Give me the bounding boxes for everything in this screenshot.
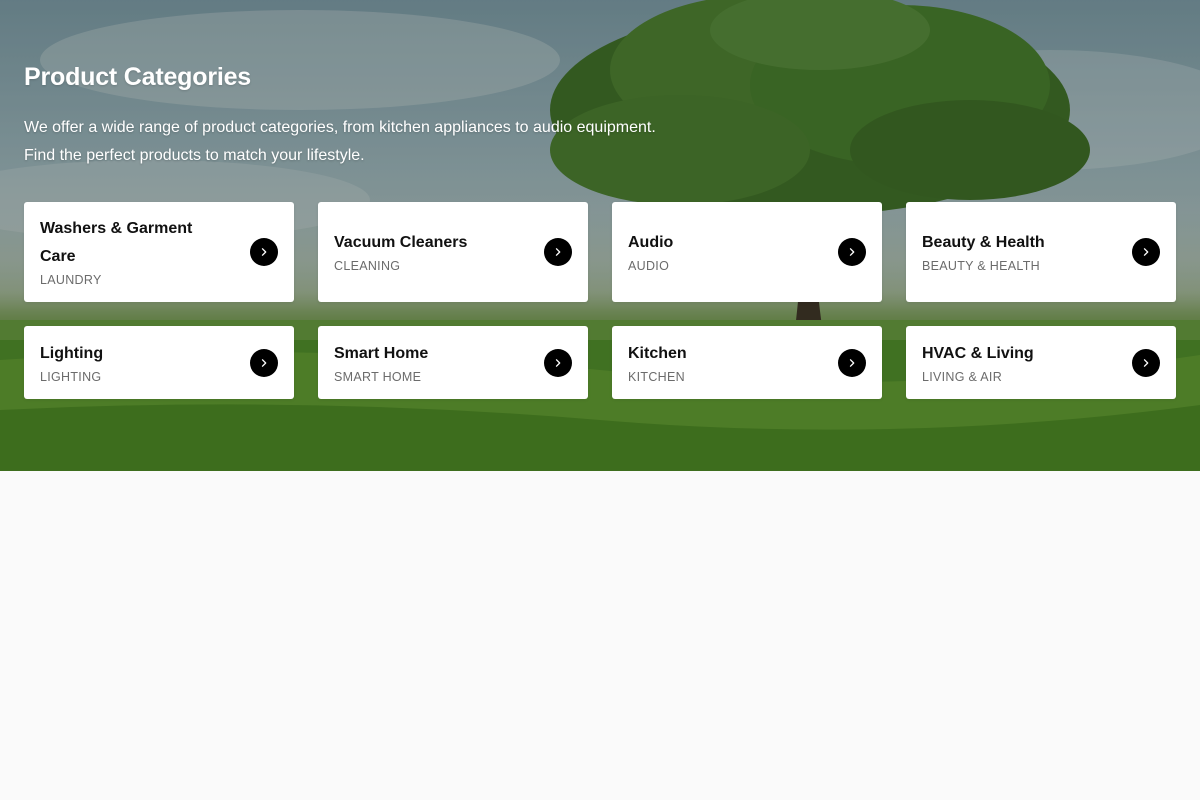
category-card-hvac[interactable]: HVAC & Living LIVING & AIR bbox=[906, 326, 1176, 399]
category-subtitle: AUDIO bbox=[628, 259, 670, 273]
category-name: Vacuum Cleaners bbox=[334, 234, 468, 251]
category-card-washers[interactable]: Washers & Garment Care LAUNDRY bbox=[24, 202, 294, 302]
chevron-right-icon[interactable] bbox=[544, 348, 572, 377]
hero-section: Product Categories We offer a wide range… bbox=[0, 0, 1200, 471]
chevron-right-icon[interactable] bbox=[838, 238, 866, 266]
category-name: Kitchen bbox=[628, 344, 687, 362]
chevron-right-icon[interactable] bbox=[838, 348, 866, 377]
category-card-beauty[interactable]: Beauty & Health BEAUTY & HEALTH bbox=[906, 202, 1176, 302]
category-name: Lighting bbox=[40, 344, 104, 362]
category-card-smart-home[interactable]: Smart Home SMART HOME bbox=[318, 326, 588, 399]
category-card-lighting[interactable]: Lighting LIGHTING bbox=[24, 326, 294, 399]
category-name: Beauty & Health bbox=[922, 234, 1045, 251]
page-title: Product Categories bbox=[24, 63, 252, 91]
category-subtitle: SMART HOME bbox=[334, 369, 422, 384]
category-subtitle: KITCHEN bbox=[628, 369, 685, 384]
category-subtitle: BEAUTY & HEALTH bbox=[922, 259, 1040, 273]
category-name: Smart Home bbox=[334, 344, 429, 362]
chevron-right-icon[interactable] bbox=[1132, 238, 1160, 266]
chevron-right-icon[interactable] bbox=[1132, 348, 1160, 377]
category-subtitle: LAUNDRY bbox=[40, 273, 102, 287]
chevron-right-icon[interactable] bbox=[250, 348, 278, 377]
category-name: HVAC & Living bbox=[922, 344, 1034, 362]
category-subtitle: LIGHTING bbox=[40, 369, 102, 384]
category-grid: Washers & Garment Care LAUNDRY Vacuum Cl… bbox=[24, 202, 1176, 399]
description-line-2: Find the perfect products to match your … bbox=[24, 147, 365, 164]
category-card-kitchen[interactable]: Kitchen KITCHEN bbox=[612, 326, 882, 399]
category-name: Audio bbox=[628, 234, 674, 251]
category-subtitle: CLEANING bbox=[334, 259, 401, 273]
category-card-vacuum[interactable]: Vacuum Cleaners CLEANING bbox=[318, 202, 588, 302]
description-line-1: We offer a wide range of product categor… bbox=[24, 119, 656, 136]
hero-content: Product Categories We offer a wide range… bbox=[0, 0, 1200, 399]
chevron-right-icon[interactable] bbox=[250, 238, 278, 266]
category-name: Washers & Garment Care bbox=[40, 220, 193, 265]
page-description: We offer a wide range of product categor… bbox=[24, 114, 704, 170]
category-subtitle: LIVING & AIR bbox=[922, 369, 1003, 384]
chevron-right-icon[interactable] bbox=[544, 238, 572, 266]
category-card-audio[interactable]: Audio AUDIO bbox=[612, 202, 882, 302]
